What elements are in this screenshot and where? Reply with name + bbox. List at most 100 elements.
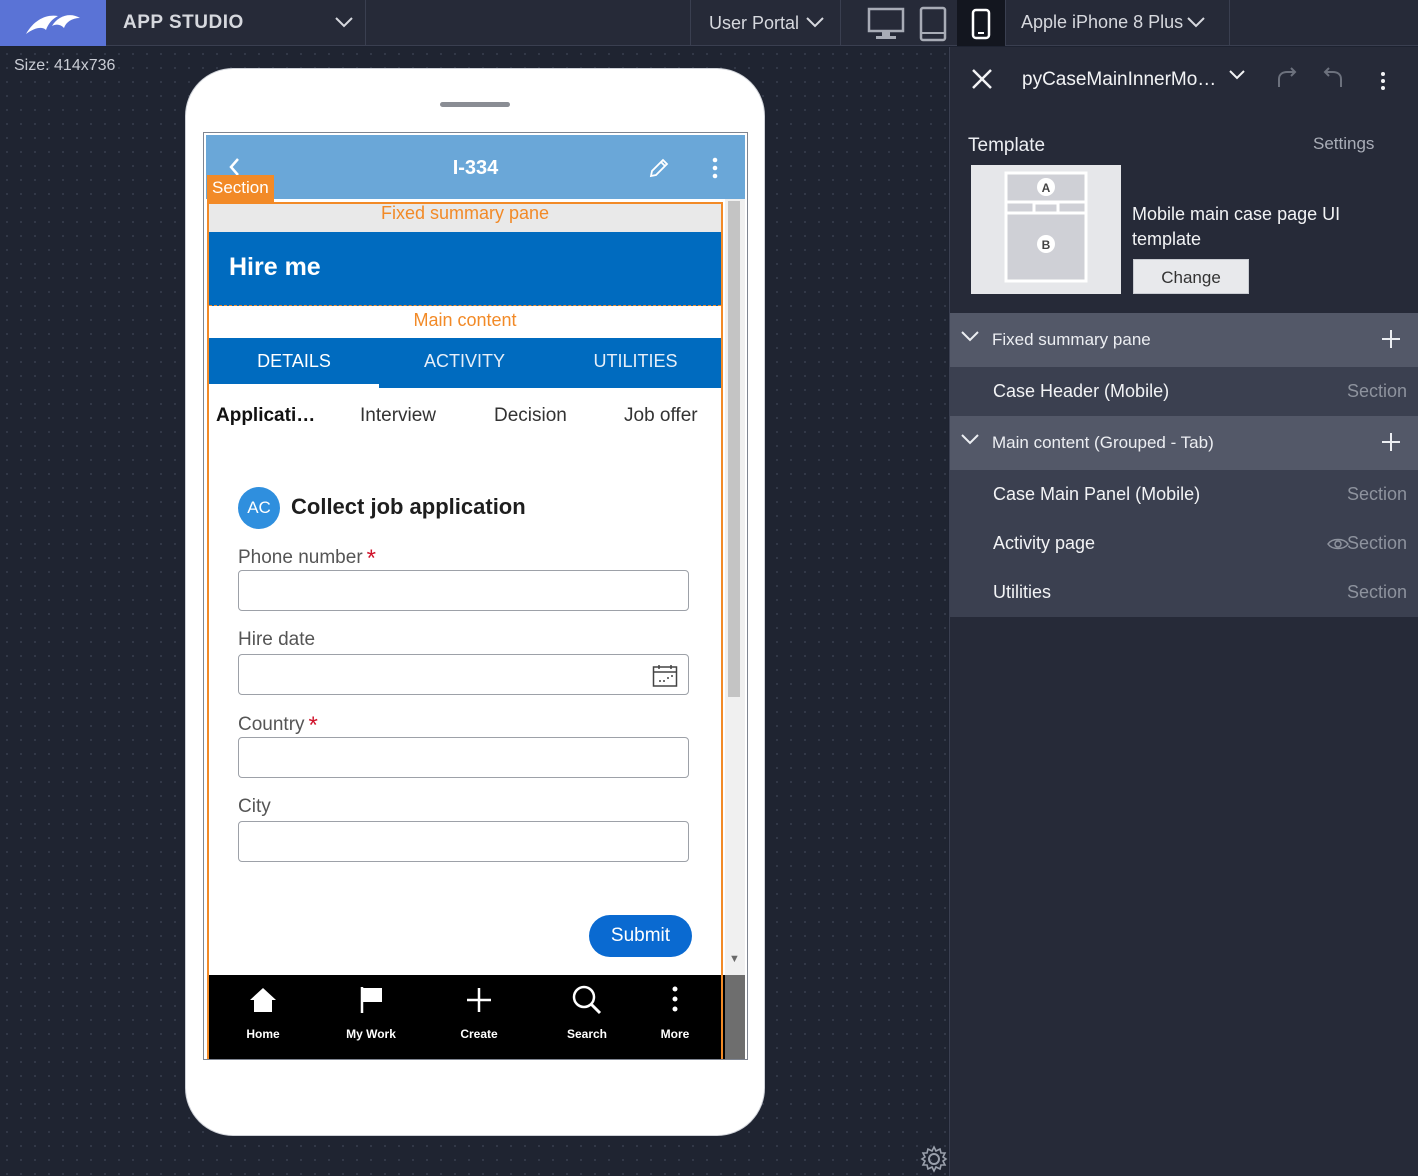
item-type: Section: [1346, 533, 1407, 553]
thumb-region-b: B: [1042, 238, 1051, 252]
assignment-title: Collect job application: [291, 494, 526, 519]
divider: [840, 0, 841, 46]
flag-icon: [360, 987, 382, 1013]
scroll-down-arrow-icon[interactable]: ▼: [729, 953, 740, 965]
list-item-case-main-panel[interactable]: Case Main Panel (Mobile) Section: [950, 470, 1418, 519]
undo-icon[interactable]: [1321, 67, 1345, 91]
item-label: Case Main Panel (Mobile): [993, 484, 1201, 504]
nav-scroll-gutter: [725, 975, 745, 1059]
more-icon: [672, 986, 678, 1012]
plus-icon[interactable]: [1380, 431, 1402, 453]
item-type: Section: [1346, 484, 1407, 504]
logo-icon: [26, 15, 80, 34]
nav-home[interactable]: Home: [211, 975, 315, 1059]
phone-frame: I-334 ▼ Fixed summary pane Hire me Main …: [185, 68, 765, 1136]
group-main-content[interactable]: Main content (Grouped - Tab): [950, 416, 1418, 470]
avatar: AC: [238, 487, 280, 529]
section-tag[interactable]: Section: [207, 175, 274, 202]
template-layout-icon: A B: [1004, 171, 1088, 283]
chevron-down-icon[interactable]: [960, 330, 980, 342]
group-label: Fixed summary pane: [992, 330, 1151, 349]
phone-screen: I-334 ▼ Fixed summary pane Hire me Main …: [203, 132, 748, 1060]
group-label: Main content (Grouped - Tab): [992, 433, 1214, 452]
tab-bar: DETAILS ACTIVITY UTILITIES: [209, 338, 721, 388]
nav-home-label: Home: [246, 1027, 280, 1041]
phone-speaker: [440, 102, 510, 107]
stage-job-offer[interactable]: Job offer: [624, 405, 698, 427]
chevron-down-icon[interactable]: [334, 16, 354, 28]
scrollbar-thumb[interactable]: [728, 201, 740, 697]
device-selector[interactable]: Apple iPhone 8 Plus: [1021, 12, 1183, 33]
divider: [365, 0, 366, 46]
tab-details[interactable]: DETAILS: [209, 338, 379, 388]
nav-my-work[interactable]: My Work: [319, 975, 423, 1059]
eye-icon[interactable]: [1327, 537, 1349, 551]
portal-selector[interactable]: User Portal: [709, 13, 799, 34]
phone-number-input[interactable]: [238, 570, 689, 611]
required-marker: *: [308, 712, 318, 739]
divider: [1229, 0, 1230, 46]
list-item-utilities[interactable]: Utilities Section: [950, 568, 1418, 617]
list-item-activity-page[interactable]: Activity page Section: [950, 519, 1418, 568]
more-vertical-icon[interactable]: [711, 157, 719, 179]
hire-date-input[interactable]: [238, 654, 689, 695]
gear-icon[interactable]: [920, 1145, 948, 1173]
nav-search[interactable]: Search: [535, 975, 639, 1059]
hire-date-label: Hire date: [238, 629, 316, 650]
divider: [690, 0, 691, 46]
app-logo[interactable]: [0, 0, 106, 46]
chevron-down-icon[interactable]: [1228, 69, 1246, 81]
template-label: Template: [968, 135, 1046, 156]
nav-more-label: More: [660, 1027, 690, 1041]
country-input[interactable]: [238, 737, 689, 778]
plus-icon: [467, 988, 491, 1012]
mobile-icon: [971, 8, 991, 40]
plus-icon[interactable]: [1380, 328, 1402, 350]
chevron-down-icon[interactable]: [805, 16, 825, 28]
city-input[interactable]: [238, 821, 689, 862]
nav-more[interactable]: More: [627, 975, 723, 1059]
divider: [1005, 0, 1006, 46]
calendar-icon[interactable]: [652, 664, 678, 688]
template-thumbnail: A B: [971, 165, 1121, 294]
chevron-down-icon[interactable]: [960, 433, 980, 445]
panel-title[interactable]: pyCaseMainInnerMo…: [1022, 69, 1216, 91]
close-icon[interactable]: [970, 67, 994, 91]
home-icon: [250, 988, 276, 1012]
preview-canvas: Size: 414x736 I-334 ▼ Fixed summary pane…: [0, 47, 948, 1176]
mobile-mode-button[interactable]: [957, 0, 1005, 46]
pencil-icon[interactable]: [648, 157, 670, 179]
item-type: Section: [1346, 381, 1407, 401]
tab-activity[interactable]: ACTIVITY: [379, 338, 550, 388]
group-fixed-summary-pane[interactable]: Fixed summary pane: [950, 313, 1418, 367]
chevron-down-icon[interactable]: [1186, 16, 1206, 28]
top-bar: APP STUDIO User Portal Apple iPhone 8 Pl…: [0, 0, 1418, 46]
tab-utilities[interactable]: UTILITIES: [550, 338, 721, 388]
stage-application[interactable]: Applicati…: [216, 405, 315, 427]
desktop-icon: [867, 7, 905, 39]
nav-create[interactable]: Create: [427, 975, 531, 1059]
required-marker: *: [366, 545, 376, 572]
item-label: Activity page: [993, 533, 1096, 553]
submit-button[interactable]: Submit: [589, 915, 692, 957]
tablet-icon: [919, 6, 947, 42]
desktop-mode-button[interactable]: [861, 0, 909, 46]
item-label: Case Header (Mobile): [993, 381, 1170, 401]
nav-my-work-label: My Work: [346, 1027, 396, 1041]
item-label: Utilities: [993, 582, 1052, 602]
more-vertical-icon[interactable]: [1380, 71, 1386, 91]
thumb-region-a: A: [1042, 181, 1051, 195]
search-icon: [572, 985, 602, 1015]
redo-icon[interactable]: [1275, 67, 1299, 91]
list-item-case-header[interactable]: Case Header (Mobile) Section: [950, 367, 1418, 416]
tablet-mode-button[interactable]: [909, 0, 957, 46]
main-content-label: Main content: [413, 310, 517, 330]
case-header: I-334: [206, 135, 745, 199]
nav-search-label: Search: [566, 1027, 608, 1041]
app-title: APP STUDIO: [123, 12, 244, 33]
change-template-button[interactable]: Change: [1133, 259, 1249, 294]
settings-link[interactable]: Settings: [1313, 134, 1374, 154]
country-label: Country *: [238, 712, 318, 739]
stage-interview[interactable]: Interview: [360, 405, 436, 427]
stage-decision[interactable]: Decision: [494, 405, 567, 427]
